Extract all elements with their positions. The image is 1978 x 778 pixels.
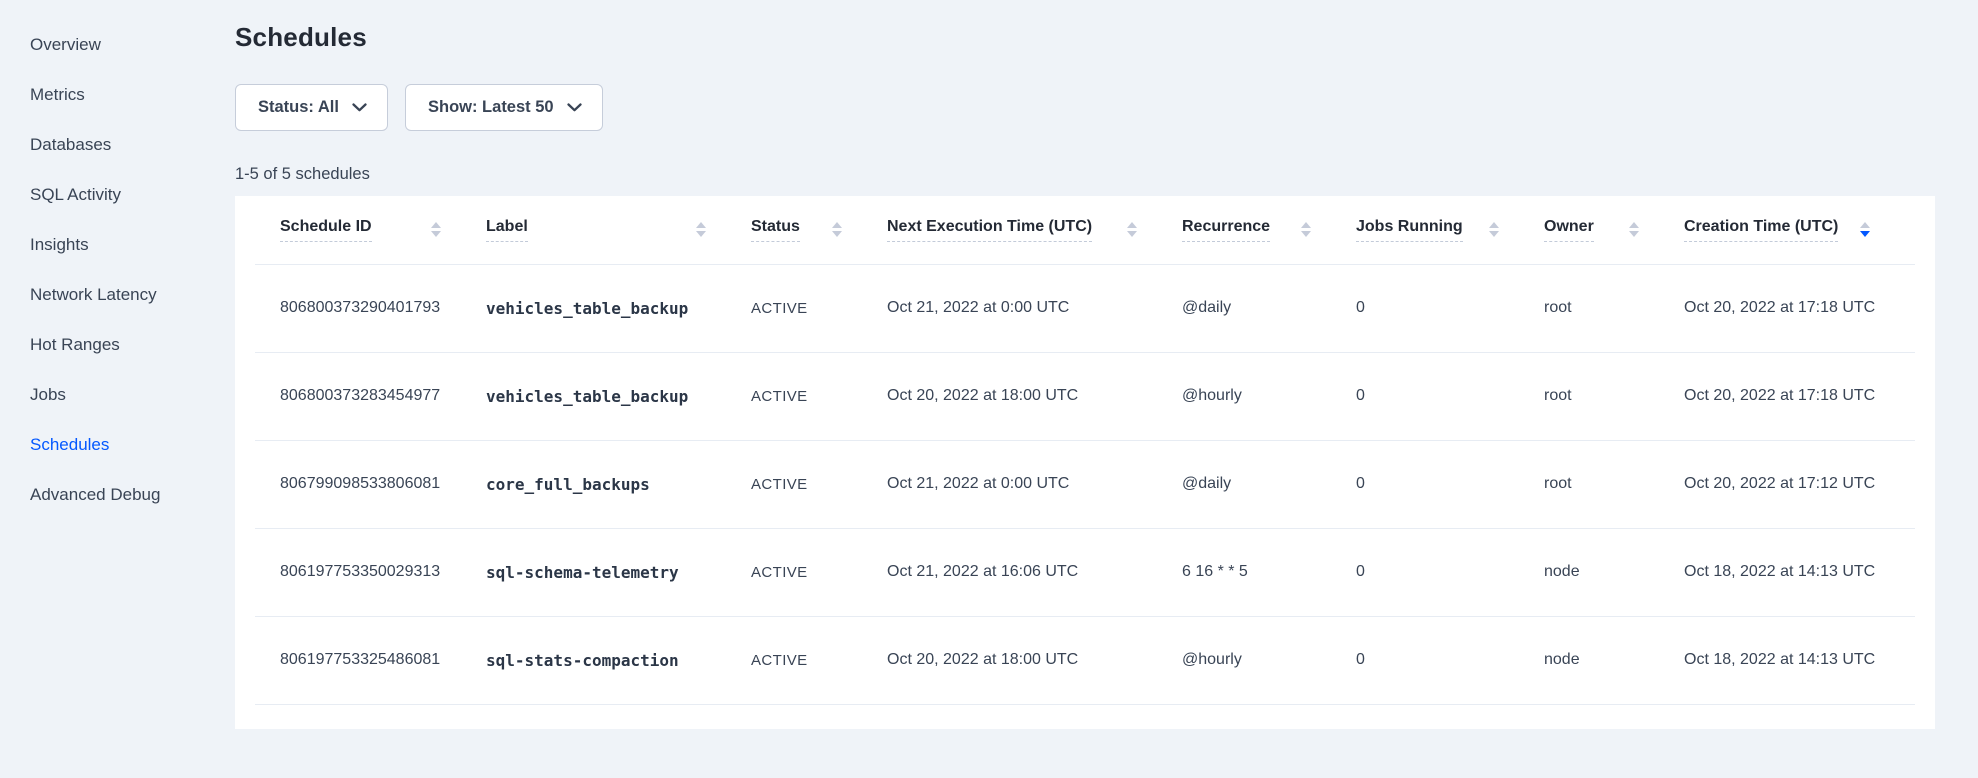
sidebar-item-hot-ranges[interactable]: Hot Ranges xyxy=(0,320,235,370)
show-filter-label: Show: Latest 50 xyxy=(428,98,554,117)
cell-owner: node xyxy=(1544,528,1684,616)
cell-owner: node xyxy=(1544,616,1684,704)
cell-schedule-id: 806799098533806081 xyxy=(255,440,486,528)
cell-jobs-running: 0 xyxy=(1356,440,1544,528)
sidebar-item-databases[interactable]: Databases xyxy=(0,120,235,170)
column-label: Creation Time (UTC) xyxy=(1684,218,1838,242)
sidebar-item-network-latency[interactable]: Network Latency xyxy=(0,270,235,320)
cell-label: vehicles_table_backup xyxy=(486,264,751,352)
cell-label: sql-schema-telemetry xyxy=(486,528,751,616)
sidebar-nav-list: Overview Metrics Databases SQL Activity … xyxy=(0,20,235,520)
cell-owner: root xyxy=(1544,264,1684,352)
cell-jobs-running: 0 xyxy=(1356,528,1544,616)
cell-status: ACTIVE xyxy=(751,352,887,440)
table-row: 806800373283454977 vehicles_table_backup… xyxy=(255,352,1915,440)
cell-jobs-running: 0 xyxy=(1356,616,1544,704)
sidebar-item-schedules[interactable]: Schedules xyxy=(0,420,235,470)
cell-next-execution: Oct 20, 2022 at 18:00 UTC xyxy=(887,616,1182,704)
sidebar-item-insights[interactable]: Insights xyxy=(0,220,235,270)
cell-schedule-id: 806197753325486081 xyxy=(255,616,486,704)
table-header-row: Schedule ID Label Status xyxy=(255,196,1915,264)
cell-next-execution: Oct 21, 2022 at 0:00 UTC xyxy=(887,440,1182,528)
filters-bar: Status: All Show: Latest 50 xyxy=(235,84,1978,131)
chevron-down-icon xyxy=(567,103,582,112)
sidebar-item-overview[interactable]: Overview xyxy=(0,20,235,70)
schedules-table: Schedule ID Label Status xyxy=(255,196,1915,705)
table-row: 806197753325486081 sql-stats-compaction … xyxy=(255,616,1915,704)
main-content: Schedules Status: All Show: Latest 50 1-… xyxy=(235,0,1978,729)
cell-creation-time: Oct 18, 2022 at 14:13 UTC xyxy=(1684,528,1915,616)
cell-status: ACTIVE xyxy=(751,528,887,616)
cell-schedule-id: 806800373283454977 xyxy=(255,352,486,440)
cell-owner: root xyxy=(1544,352,1684,440)
cell-jobs-running: 0 xyxy=(1356,352,1544,440)
cell-creation-time: Oct 20, 2022 at 17:18 UTC xyxy=(1684,352,1915,440)
column-label: Label xyxy=(486,218,528,242)
cell-next-execution: Oct 21, 2022 at 0:00 UTC xyxy=(887,264,1182,352)
sort-icon xyxy=(1629,222,1639,237)
column-header-next-execution-time[interactable]: Next Execution Time (UTC) xyxy=(887,196,1182,264)
cell-status: ACTIVE xyxy=(751,440,887,528)
cell-schedule-id: 806800373290401793 xyxy=(255,264,486,352)
column-header-creation-time[interactable]: Creation Time (UTC) xyxy=(1684,196,1915,264)
column-header-schedule-id[interactable]: Schedule ID xyxy=(255,196,486,264)
cell-recurrence: @hourly xyxy=(1182,352,1356,440)
column-header-recurrence[interactable]: Recurrence xyxy=(1182,196,1356,264)
table-row: 806197753350029313 sql-schema-telemetry … xyxy=(255,528,1915,616)
sidebar-item-jobs[interactable]: Jobs xyxy=(0,370,235,420)
sidebar: Overview Metrics Databases SQL Activity … xyxy=(0,0,235,778)
cell-recurrence: 6 16 * * 5 xyxy=(1182,528,1356,616)
chevron-down-icon xyxy=(352,103,367,112)
sort-icon xyxy=(1301,222,1311,237)
sidebar-item-advanced-debug[interactable]: Advanced Debug xyxy=(0,470,235,520)
cell-recurrence: @daily xyxy=(1182,264,1356,352)
table-row: 806799098533806081 core_full_backups ACT… xyxy=(255,440,1915,528)
cell-next-execution: Oct 20, 2022 at 18:00 UTC xyxy=(887,352,1182,440)
column-label: Jobs Running xyxy=(1356,218,1463,242)
sort-icon xyxy=(696,222,706,237)
cell-recurrence: @daily xyxy=(1182,440,1356,528)
status-filter-label: Status: All xyxy=(258,98,339,117)
sort-icon xyxy=(431,222,441,237)
column-label: Schedule ID xyxy=(280,218,372,242)
sidebar-item-sql-activity[interactable]: SQL Activity xyxy=(0,170,235,220)
cell-label: sql-stats-compaction xyxy=(486,616,751,704)
sort-icon xyxy=(1127,222,1137,237)
sidebar-item-metrics[interactable]: Metrics xyxy=(0,70,235,120)
cell-schedule-id: 806197753350029313 xyxy=(255,528,486,616)
cell-label: core_full_backups xyxy=(486,440,751,528)
cell-creation-time: Oct 20, 2022 at 17:18 UTC xyxy=(1684,264,1915,352)
column-label: Recurrence xyxy=(1182,218,1270,242)
cell-status: ACTIVE xyxy=(751,264,887,352)
column-label: Next Execution Time (UTC) xyxy=(887,218,1092,242)
column-label: Owner xyxy=(1544,218,1594,242)
results-count: 1-5 of 5 schedules xyxy=(235,165,1978,184)
status-filter-dropdown[interactable]: Status: All xyxy=(235,84,388,131)
column-header-status[interactable]: Status xyxy=(751,196,887,264)
cell-next-execution: Oct 21, 2022 at 16:06 UTC xyxy=(887,528,1182,616)
cell-status: ACTIVE xyxy=(751,616,887,704)
sort-desc-active-icon xyxy=(1860,222,1870,237)
sort-icon xyxy=(1489,222,1499,237)
column-label: Status xyxy=(751,218,800,242)
column-header-jobs-running[interactable]: Jobs Running xyxy=(1356,196,1544,264)
cell-jobs-running: 0 xyxy=(1356,264,1544,352)
page-title: Schedules xyxy=(235,22,1978,53)
cell-creation-time: Oct 20, 2022 at 17:12 UTC xyxy=(1684,440,1915,528)
cell-label: vehicles_table_backup xyxy=(486,352,751,440)
sort-icon xyxy=(832,222,842,237)
cell-recurrence: @hourly xyxy=(1182,616,1356,704)
column-header-owner[interactable]: Owner xyxy=(1544,196,1684,264)
table-row: 806800373290401793 vehicles_table_backup… xyxy=(255,264,1915,352)
cell-owner: root xyxy=(1544,440,1684,528)
column-header-label[interactable]: Label xyxy=(486,196,751,264)
cell-creation-time: Oct 18, 2022 at 14:13 UTC xyxy=(1684,616,1915,704)
schedules-table-card: Schedule ID Label Status xyxy=(235,196,1935,729)
show-filter-dropdown[interactable]: Show: Latest 50 xyxy=(405,84,603,131)
